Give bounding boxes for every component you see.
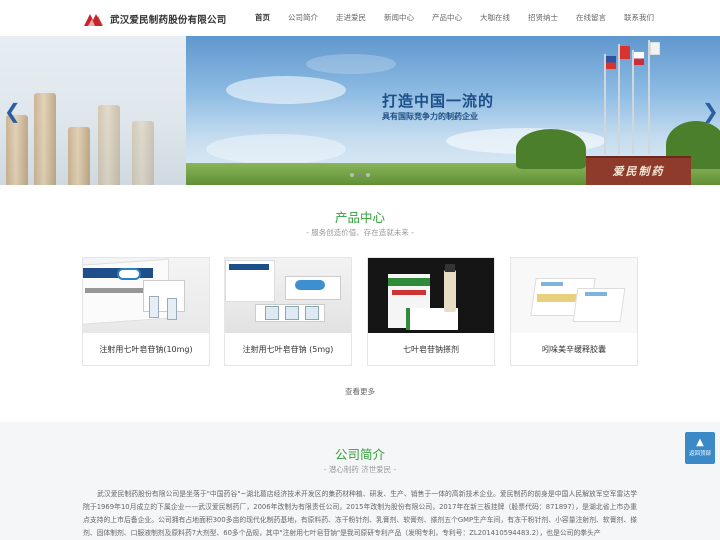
hero-banner: 爱民制药 打造中国一流的 具有国际竞争力的制药企业 ❮ ❯ [0,36,720,185]
product-card[interactable]: 七叶皂苷钠搽剂 [367,257,495,366]
back-to-top-button[interactable]: ▲ 返回顶部 [685,432,715,464]
view-more-link[interactable]: 查看更多 [0,386,720,397]
product-card[interactable]: 吲哚美辛缓释胶囊 [510,257,638,366]
nav-item-company-intro[interactable]: 公司简介 [279,0,327,36]
main-nav: 首页 公司简介 走进爱民 新闻中心 产品中心 大咖在线 招贤纳士 在线留言 联系… [246,0,663,36]
logo-icon [84,14,103,26]
product-name: 注射用七叶皂苷钠 (5mg) [242,345,334,354]
banner-headline: 打造中国一流的 [382,92,495,110]
chevron-right-icon[interactable]: ❯ [702,98,719,124]
product-name: 注射用七叶皂苷钠(10mg) [99,345,193,354]
previous-slide-preview [0,36,186,185]
about-body: 武汉爱民制药股份有限公司是坐落于"中国药谷"~湖北葛店经济技术开发区的集药材种植… [83,490,637,537]
back-to-top-label: 返回顶部 [688,451,711,457]
nav-item-experts[interactable]: 大咖在线 [471,0,519,36]
flag-icon [620,46,630,59]
product-image [511,258,637,333]
flag-icon [650,42,660,55]
slide-indicators [350,173,370,177]
flag-icon [634,52,644,65]
chevron-left-icon[interactable]: ❮ [4,98,21,124]
product-image [368,258,494,333]
product-image [83,258,209,333]
current-slide: 爱民制药 打造中国一流的 具有国际竞争力的制药企业 [186,36,720,185]
product-name: 七叶皂苷钠搽剂 [403,345,459,354]
product-card[interactable]: 注射用七叶皂苷钠(10mg) [82,257,210,366]
nav-item-products[interactable]: 产品中心 [423,0,471,36]
nav-item-about-aimin[interactable]: 走进爱民 [327,0,375,36]
banner-subline: 具有国际竞争力的制药企业 [382,112,478,121]
company-sign: 爱民制药 [586,156,691,185]
nav-item-careers[interactable]: 招贤纳士 [519,0,567,36]
slide-dot[interactable] [366,173,370,177]
header: 武汉爱民制药股份有限公司 首页 公司简介 走进爱民 新闻中心 产品中心 大咖在线… [0,0,720,36]
product-image [225,258,351,333]
arrow-up-icon: ▲ [696,437,704,448]
nav-item-news[interactable]: 新闻中心 [375,0,423,36]
flag-icon [606,56,616,69]
product-card[interactable]: 注射用七叶皂苷钠 (5mg) [224,257,352,366]
product-name: 吲哚美辛缓释胶囊 [542,345,606,354]
about-title: 公司简介 [334,447,385,462]
brand-name: 武汉爱民制药股份有限公司 [110,15,227,26]
nav-item-home[interactable]: 首页 [246,0,279,36]
slide-dot[interactable] [350,173,354,177]
logo[interactable]: 武汉爱民制药股份有限公司 [83,10,226,28]
nav-item-message[interactable]: 在线留言 [567,0,615,36]
products-title: 产品中心 [334,210,385,225]
nav-item-contact[interactable]: 联系我们 [615,0,663,36]
slide-dot-active[interactable] [358,173,362,177]
products-subtitle: - 服务创造价值、存在造就未来 - [306,228,414,237]
about-subtitle: - 潜心制药 济世爱民 - [323,465,397,474]
